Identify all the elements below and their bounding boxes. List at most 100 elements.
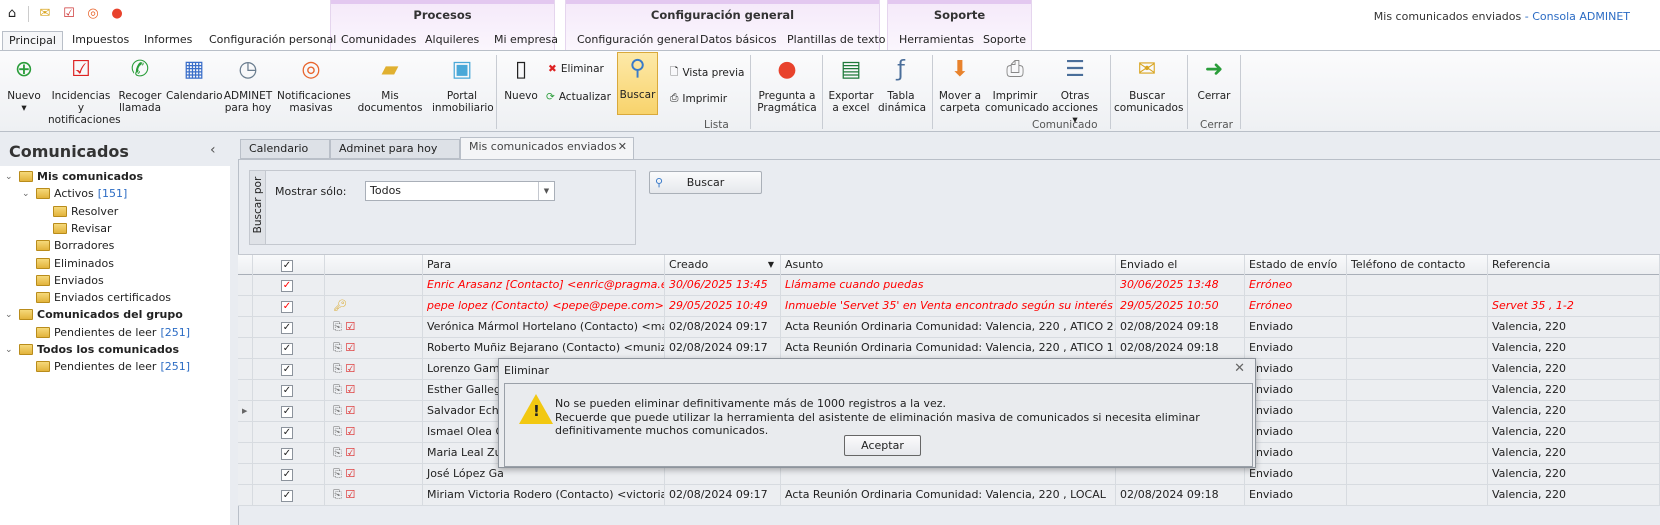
close-tab-icon[interactable]: ✕ <box>618 138 627 156</box>
sidebar-item[interactable]: ⌄ Activos [151] <box>22 185 127 202</box>
column-header[interactable]: Creado ▼ <box>665 255 781 275</box>
doc-tab-adminet-hoy[interactable]: Adminet para hoy <box>330 139 460 159</box>
grid-header: ✓ Para Creado ▼ Asunto Enviado el Estado de en… <box>238 254 1660 275</box>
table-row[interactable]: ✓ ⎘ ☑ Roberto Muñiz Bejarano (Contacto) <m… <box>238 338 1660 359</box>
cell-telefono <box>1347 296 1488 316</box>
calendario-button[interactable]: ▦ Calendario <box>166 54 223 103</box>
tab-principal[interactable]: Principal <box>2 31 63 50</box>
expand-arrow-icon[interactable]: ⌄ <box>5 172 15 182</box>
tab-informes[interactable]: Informes <box>138 31 198 50</box>
column-header[interactable]: Referencia <box>1488 255 1660 275</box>
pragmatica-icon[interactable]: ● <box>109 6 125 22</box>
tab-soporte[interactable]: Soporte <box>977 31 1032 50</box>
buscar-comunicados-button[interactable]: ✉ Buscar comunicados <box>1114 54 1184 115</box>
column-header[interactable]: Teléfono de contacto <box>1347 255 1488 275</box>
row-checkbox[interactable]: ✓ <box>281 406 293 418</box>
table-row[interactable]: ✓ ⎘ ☑ Miriam Victoria Rodero (Contacto) <v… <box>238 485 1660 506</box>
aceptar-button[interactable]: Aceptar <box>844 435 921 456</box>
table-row[interactable]: ✓ ⎘ ☑ Verónica Mármol Hortelano (Contacto)… <box>238 317 1660 338</box>
tab-plantillas-texto[interactable]: Plantillas de texto <box>781 31 892 50</box>
cell-text: Acta Reunión Ordinaria Comunidad: Valenc… <box>785 488 1106 501</box>
sidebar-item[interactable]: Enviados certificados <box>22 289 175 306</box>
cell-text: Enviado <box>1249 488 1293 501</box>
incidencias-button[interactable]: ☑ Incidencias y notificaciones <box>48 54 121 127</box>
mis-documentos-button[interactable]: ▰ Mis documentos <box>350 54 430 115</box>
column-header[interactable]: Estado de envío <box>1245 255 1347 275</box>
eliminar-button[interactable]: ✖ Eliminar <box>548 63 604 75</box>
tabla-dinamica-button[interactable]: ƒ Tabla dinámica <box>878 54 926 115</box>
row-checkbox[interactable]: ✓ <box>281 427 293 439</box>
tab-comunidades[interactable]: Comunidades <box>335 31 422 50</box>
row-checkbox[interactable]: ✓ <box>281 448 293 460</box>
row-checkbox[interactable]: ✓ <box>281 469 293 481</box>
nuevo-button[interactable]: ⊕ Nuevo ▾ <box>4 54 44 115</box>
mail-icon[interactable]: ✉ <box>37 6 53 22</box>
expand-arrow-icon[interactable]: ⌄ <box>5 345 15 355</box>
tab-herramientas[interactable]: Herramientas <box>893 31 980 50</box>
sidebar-item[interactable]: ⌄ Todos los comunicados <box>5 341 183 358</box>
portal-inmobiliario-button[interactable]: ▣ Portal inmobiliario <box>432 54 494 115</box>
tasks-icon[interactable]: ☑ <box>61 6 77 22</box>
sidebar-item[interactable]: Enviados <box>22 272 108 289</box>
mover-carpeta-button[interactable]: ⬇ Mover a carpeta <box>937 54 983 115</box>
column-header[interactable]: Para <box>423 255 665 275</box>
tab-configuracion-general[interactable]: Configuración general <box>571 31 705 50</box>
tab-datos-basicos[interactable]: Datos básicos <box>694 31 783 50</box>
buscar-filter-button[interactable]: ⚲ Buscar <box>649 171 762 194</box>
close-icon[interactable]: ✕ <box>1234 361 1245 376</box>
sidebar-item[interactable]: Resolver <box>39 203 122 220</box>
imprimir-comunicado-button[interactable]: ⎙ Imprimir comunicado <box>985 54 1049 115</box>
tab-mi-empresa[interactable]: Mi empresa <box>488 31 564 50</box>
broadcast-icon[interactable]: ◎ <box>85 6 101 22</box>
sidebar-item[interactable]: Revisar <box>39 220 115 237</box>
row-checkbox[interactable]: ✓ <box>281 280 293 292</box>
otras-acciones-button[interactable]: ☰ Otras acciones ▾ <box>1048 54 1102 127</box>
notificaciones-masivas-button[interactable]: ◎ Notificaciones masivas <box>277 54 351 115</box>
expand-arrow-icon[interactable]: ⌄ <box>22 189 32 199</box>
clipboard-check-icon: ☑ <box>71 57 91 82</box>
sidebar-item[interactable]: Pendientes de leer [251] <box>22 358 190 375</box>
broadcast-icon: ◎ <box>301 57 321 82</box>
row-checkbox[interactable]: ✓ <box>281 364 293 376</box>
row-checkbox[interactable]: ✓ <box>281 322 293 334</box>
magnifier-icon: ⚲ <box>655 176 664 189</box>
label: Buscar comunicados <box>1114 90 1184 114</box>
select-all-checkbox[interactable]: ✓ <box>281 260 293 272</box>
adminet-hoy-button[interactable]: ◷ ADMINET para hoy <box>222 54 274 115</box>
exportar-excel-button[interactable]: ▤ Exportar a excel <box>826 54 876 115</box>
sidebar-item[interactable]: ⌄ Mis comunicados <box>5 168 147 185</box>
tab-impuestos[interactable]: Impuestos <box>66 31 135 50</box>
row-checkbox[interactable]: ✓ <box>281 301 293 313</box>
imprimir-button[interactable]: ⎙ Imprimir <box>670 92 727 105</box>
cerrar-button[interactable]: ➜ Cerrar <box>1194 54 1234 103</box>
nuevo-comunicado-button[interactable]: ▯ Nuevo <box>502 54 540 103</box>
tab-configuracion-personal[interactable]: Configuración personal <box>203 31 342 50</box>
cell-telefono <box>1347 485 1488 505</box>
row-checkbox[interactable]: ✓ <box>281 343 293 355</box>
table-row[interactable]: ✓ Enric Arasanz [Contacto] <enric@pragma.… <box>238 275 1660 296</box>
sidebar-item[interactable]: Pendientes de leer [251] <box>22 324 190 341</box>
tab-alquileres[interactable]: Alquileres <box>419 31 485 50</box>
row-checkbox[interactable]: ✓ <box>281 490 293 502</box>
row-indicator <box>238 338 253 358</box>
sidebar-item[interactable]: ⌄ Comunicados del grupo <box>5 306 187 323</box>
recoger-llamada-button[interactable]: ✆ Recoger llamada <box>116 54 164 115</box>
doc-tab-mis-comunicados[interactable]: Mis comunicados enviados ✕ <box>460 137 634 159</box>
vista-previa-button[interactable]: 🗋 Vista previa <box>670 64 744 82</box>
cell-ref: Valencia, 220 <box>1488 380 1660 400</box>
column-header[interactable]: Asunto <box>781 255 1116 275</box>
buscar-button[interactable]: ⚲ Buscar <box>617 52 658 115</box>
column-header[interactable]: Enviado el <box>1116 255 1245 275</box>
home-icon[interactable]: ⌂ <box>4 6 20 22</box>
collapse-sidebar-button[interactable]: ‹ <box>210 142 216 158</box>
pregunta-pragmatica-button[interactable]: ● Pregunta a Pragmática <box>755 54 819 115</box>
table-row[interactable]: ✓ 🔑︎ pepe lopez (Contacto) <pepe@pepe.com>… <box>238 296 1660 317</box>
mostrar-solo-select[interactable]: Todos ▼ <box>365 181 555 201</box>
label: Pregunta a Pragmática <box>757 90 817 114</box>
sidebar-item[interactable]: Eliminados <box>22 255 118 272</box>
doc-tab-calendario[interactable]: Calendario <box>240 139 330 159</box>
expand-arrow-icon[interactable]: ⌄ <box>5 310 15 320</box>
actualizar-button[interactable]: ⟳ Actualizar <box>546 91 611 103</box>
sidebar-item[interactable]: Borradores <box>22 237 118 254</box>
row-checkbox[interactable]: ✓ <box>281 385 293 397</box>
